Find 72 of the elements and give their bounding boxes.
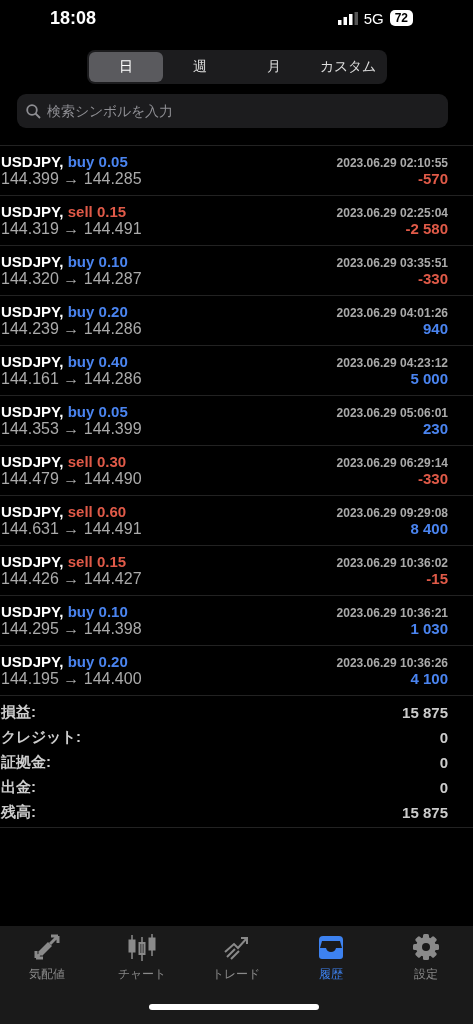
trade-time: 2023.06.29 10:36:02: [336, 556, 448, 570]
network-label: 5G: [363, 9, 384, 27]
trade-prices: 144.161 → 144.286: [1, 370, 142, 388]
trade-title: USDJPY, sell 0.30: [1, 453, 127, 470]
trade-profit: 8 400: [410, 520, 448, 537]
trade-time: 2023.06.29 10:36:26: [336, 656, 448, 670]
trade-profit: 1 030: [410, 620, 448, 637]
trade-prices: 144.319 → 144.491: [1, 220, 142, 238]
arrows-icon: [32, 932, 63, 962]
trade-prices: 144.631 → 144.491: [1, 520, 142, 538]
summary-value: 15 875: [402, 704, 448, 721]
trade-time: 2023.06.29 05:06:01: [336, 406, 448, 420]
period-tab[interactable]: 月: [236, 52, 311, 82]
trade-profit: -2 580: [405, 220, 448, 237]
tab-bar-item[interactable]: チャート: [94, 932, 190, 983]
summary-label: 出金:: [1, 778, 36, 797]
period-tab[interactable]: 週: [162, 52, 237, 82]
summary-label: 残高:: [1, 803, 36, 822]
trade-title: USDJPY, sell 0.15: [1, 203, 127, 220]
trade-prices: 144.479 → 144.490: [1, 470, 142, 488]
trade-time: 2023.06.29 04:01:26: [336, 306, 448, 320]
trade-time: 2023.06.29 06:29:14: [336, 456, 448, 470]
search-icon: [26, 104, 41, 119]
trade-time: 2023.06.29 02:25:04: [336, 206, 448, 220]
trade-time: 2023.06.29 03:35:51: [336, 256, 448, 270]
trade-time: 2023.06.29 09:29:08: [336, 506, 448, 520]
summary-value: 0: [439, 779, 448, 796]
trade-title: USDJPY, buy 0.20: [1, 653, 128, 670]
period-tab[interactable]: カスタム: [310, 52, 385, 82]
trade-profit: 5 000: [410, 370, 448, 387]
trade-prices: 144.195 → 144.400: [1, 670, 142, 688]
tab-bar-item[interactable]: 設定: [378, 932, 473, 983]
trade-title: USDJPY, buy 0.20: [1, 303, 128, 320]
trade-title: USDJPY, buy 0.05: [1, 403, 128, 420]
search-field[interactable]: 検索シンボルを入力: [17, 94, 448, 128]
trade-prices: 144.426 → 144.427: [1, 570, 142, 588]
period-tab[interactable]: 日: [88, 52, 163, 82]
trade-title: USDJPY, buy 0.10: [1, 253, 128, 270]
trade-time: 2023.06.29 04:23:12: [336, 356, 448, 370]
summary-value: 15 875: [402, 804, 448, 821]
summary-label: 証拠金:: [1, 753, 51, 772]
tab-bar-item[interactable]: 履歴: [283, 932, 379, 983]
trade-profit: -330: [417, 470, 448, 487]
trade-time: 2023.06.29 02:10:55: [336, 156, 448, 170]
summary-label: 損益:: [1, 703, 36, 722]
tab-bar-item[interactable]: 気配値: [0, 932, 95, 983]
trade-time: 2023.06.29 10:36:21: [336, 606, 448, 620]
trade-prices: 144.295 → 144.398: [1, 620, 142, 638]
trade-profit: -15: [426, 570, 448, 587]
summary-value: 0: [439, 729, 448, 746]
trade-prices: 144.353 → 144.399: [1, 420, 142, 438]
trade-profit: 4 100: [410, 670, 448, 687]
trade-title: USDJPY, buy 0.10: [1, 603, 128, 620]
trade-profit: 230: [422, 420, 448, 437]
trade-title: USDJPY, buy 0.05: [1, 153, 128, 170]
signal-icon: [337, 11, 358, 25]
status-time: 18:08: [50, 7, 98, 29]
summary-label: クレジット:: [1, 728, 81, 747]
settings-icon: [410, 932, 441, 962]
tab-bar-item[interactable]: トレード: [189, 932, 284, 983]
trade-title: USDJPY, sell 0.15: [1, 553, 127, 570]
trade-profit: -330: [417, 270, 448, 287]
summary-value: 0: [439, 754, 448, 771]
trade-prices: 144.239 → 144.286: [1, 320, 142, 338]
trade-profit: 940: [422, 320, 448, 337]
trade-profit: -570: [417, 170, 448, 187]
trade-title: USDJPY, sell 0.60: [1, 503, 127, 520]
candlestick-icon: [126, 932, 157, 962]
battery-level: 72: [389, 10, 413, 26]
trade-prices: 144.399 → 144.285: [1, 170, 142, 188]
trade-prices: 144.320 → 144.287: [1, 270, 142, 288]
trade-title: USDJPY, buy 0.40: [1, 353, 128, 370]
